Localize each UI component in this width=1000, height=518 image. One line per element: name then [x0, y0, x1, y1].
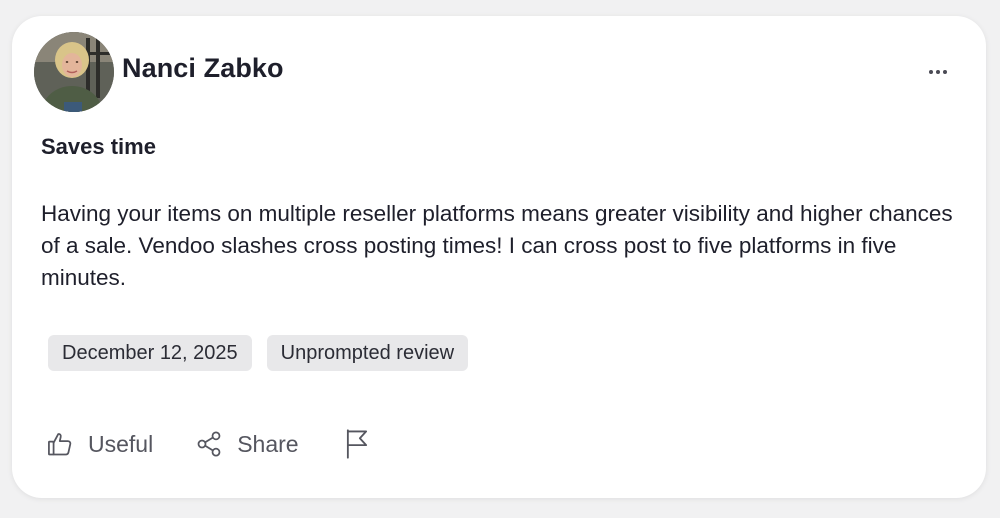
review-title: Saves time: [41, 134, 156, 159]
thumbs-up-icon: [46, 430, 74, 458]
review-tags: December 12, 2025 Unprompted review: [48, 335, 469, 371]
author-name[interactable]: Nanci Zabko: [122, 53, 284, 84]
review-card: Nanci Zabko Saves time Having your items…: [12, 16, 986, 498]
avatar-photo: [34, 32, 114, 112]
review-actions: Useful Share: [46, 426, 371, 462]
share-label: Share: [237, 430, 299, 457]
review-type-badge: Unprompted review: [266, 335, 469, 371]
report-button[interactable]: [343, 428, 371, 460]
review-body: Having your items on multiple reseller p…: [41, 201, 953, 290]
share-button[interactable]: Share: [195, 430, 299, 458]
useful-button[interactable]: Useful: [46, 430, 153, 458]
share-icon: [195, 430, 223, 458]
more-options-button[interactable]: [920, 60, 956, 84]
flag-icon: [343, 428, 371, 460]
date-badge: December 12, 2025: [48, 335, 252, 371]
avatar[interactable]: [34, 32, 114, 112]
useful-label: Useful: [88, 430, 154, 457]
